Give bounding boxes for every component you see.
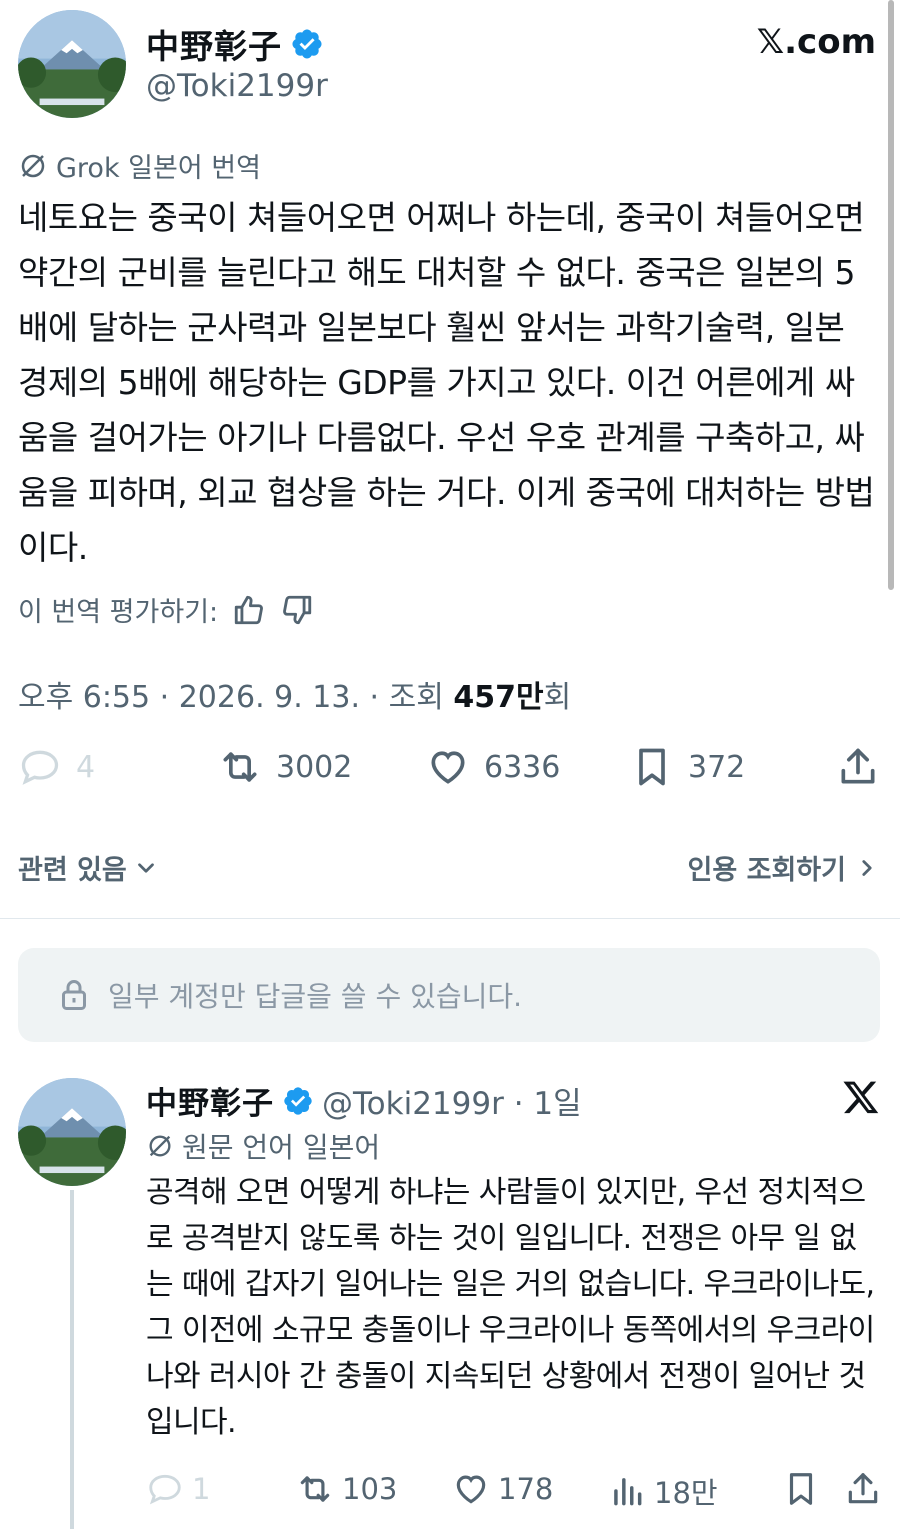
meta-separator: · (150, 680, 179, 715)
like-button[interactable]: 178 (452, 1470, 553, 1508)
repost-icon (218, 745, 262, 789)
verified-badge-icon (282, 1085, 314, 1117)
bookmark-icon (630, 745, 674, 789)
repost-button[interactable]: 3002 (218, 745, 352, 789)
quotes-label: 인용 조회하기 (687, 855, 846, 886)
grok-label: Grok 일본어 번역 (56, 153, 261, 184)
avatar[interactable] (18, 10, 126, 118)
repost-count: 3002 (276, 749, 353, 785)
rate-translation: 이 번역 평가하기: (18, 590, 314, 629)
share-button[interactable] (844, 1470, 882, 1508)
reply-restricted-notice: 일부 계정만 답글을 쓸 수 있습니다. (18, 948, 880, 1042)
related-label: 관련 있음 (18, 855, 127, 886)
avatar-image (18, 10, 126, 118)
reply-icon (146, 1470, 184, 1508)
reply-count: 1 (192, 1472, 211, 1506)
name-row: 中野彰子 (146, 20, 324, 68)
rate-label: 이 번역 평가하기: (18, 597, 219, 628)
grok-icon (18, 151, 48, 181)
bookmark-count: 372 (688, 749, 746, 785)
repost-button[interactable]: 103 (296, 1470, 397, 1508)
tweet-header: 中野彰子 @Toki2199r 𝕏.com (18, 10, 882, 120)
bookmark-icon (782, 1470, 820, 1508)
thumbs-down-icon[interactable] (280, 593, 314, 627)
like-count: 178 (498, 1472, 554, 1506)
action-bar: 4 3002 6336 372 (18, 745, 880, 805)
avatar-image (18, 1078, 126, 1186)
reply-count: 4 (76, 749, 96, 785)
bookmark-button[interactable]: 372 (630, 745, 745, 789)
views-button[interactable]: 18만 (608, 1470, 718, 1512)
related-row: 관련 있음 인용 조회하기 (18, 848, 880, 888)
like-icon (452, 1470, 490, 1508)
original-language-label: 원문 언어 일본어 (182, 1131, 381, 1164)
views-icon (608, 1472, 646, 1510)
bookmark-button[interactable] (782, 1470, 820, 1508)
like-button[interactable]: 6336 (426, 745, 560, 789)
reply-button[interactable]: 4 (18, 745, 95, 789)
reply-icon (18, 745, 62, 789)
thread-line (70, 1190, 74, 1529)
repost-icon (296, 1470, 334, 1508)
share-icon (836, 745, 880, 789)
meta-separator: · (360, 680, 389, 715)
display-name[interactable]: 中野彰子 (146, 1078, 274, 1123)
lock-icon (56, 977, 92, 1013)
chevron-right-icon (854, 855, 880, 881)
views-suffix: 회 (543, 680, 572, 715)
views-count: 457만 (453, 680, 544, 715)
like-icon (426, 745, 470, 789)
views-label: 조회 (388, 680, 454, 715)
share-button[interactable] (836, 745, 880, 789)
avatar[interactable] (18, 1078, 126, 1186)
views-count: 18만 (654, 1476, 718, 1510)
reply-button[interactable]: 1 (146, 1470, 210, 1508)
tweet-date[interactable]: 2026. 9. 13. (179, 680, 360, 715)
reply-text: 공격해 오면 어떻게 하냐는 사람들이 있지만, 우선 정치적으로 공격받지 않… (146, 1175, 875, 1440)
scrollbar[interactable] (888, 0, 894, 590)
related-dropdown[interactable]: 관련 있음 (18, 848, 159, 887)
reply-header: 中野彰子 @Toki2199r · 1일 (146, 1078, 582, 1123)
verified-badge-icon (290, 27, 324, 61)
reply-handle-time[interactable]: @Toki2199r · 1일 (322, 1078, 582, 1123)
restricted-text: 일부 계정만 답글을 쓸 수 있습니다. (108, 980, 523, 1013)
x-logo-icon (842, 1078, 880, 1116)
view-quotes-link[interactable]: 인용 조회하기 (688, 848, 880, 887)
grok-translation-label[interactable]: Grok 일본어 번역 (18, 146, 261, 185)
site-logo: 𝕏.com (756, 22, 876, 62)
reply-action-bar: 1 103 178 18만 (146, 1470, 882, 1516)
thumbs-up-icon[interactable] (232, 593, 266, 627)
handle[interactable]: @Toki2199r (146, 68, 328, 104)
like-count: 6336 (484, 749, 561, 785)
reply-tweet[interactable]: 中野彰子 @Toki2199r · 1일 원문 언어 일본어 공격해 오면 어떻… (18, 1078, 882, 1529)
tweet-text: 네토요는 중국이 쳐들어오면 어쩌나 하는데, 중국이 쳐들어오면 약간의 군비… (18, 198, 875, 567)
share-icon (844, 1470, 882, 1508)
chevron-down-icon (133, 855, 159, 881)
grok-icon (146, 1132, 174, 1160)
divider (0, 918, 900, 919)
repost-count: 103 (342, 1472, 398, 1506)
tweet-time[interactable]: 오후 6:55 (18, 680, 150, 715)
original-language[interactable]: 원문 언어 일본어 (146, 1126, 380, 1166)
tweet-meta: 오후 6:55 · 2026. 9. 13. · 조회 457만회 (18, 672, 571, 716)
display-name[interactable]: 中野彰子 (146, 20, 282, 68)
